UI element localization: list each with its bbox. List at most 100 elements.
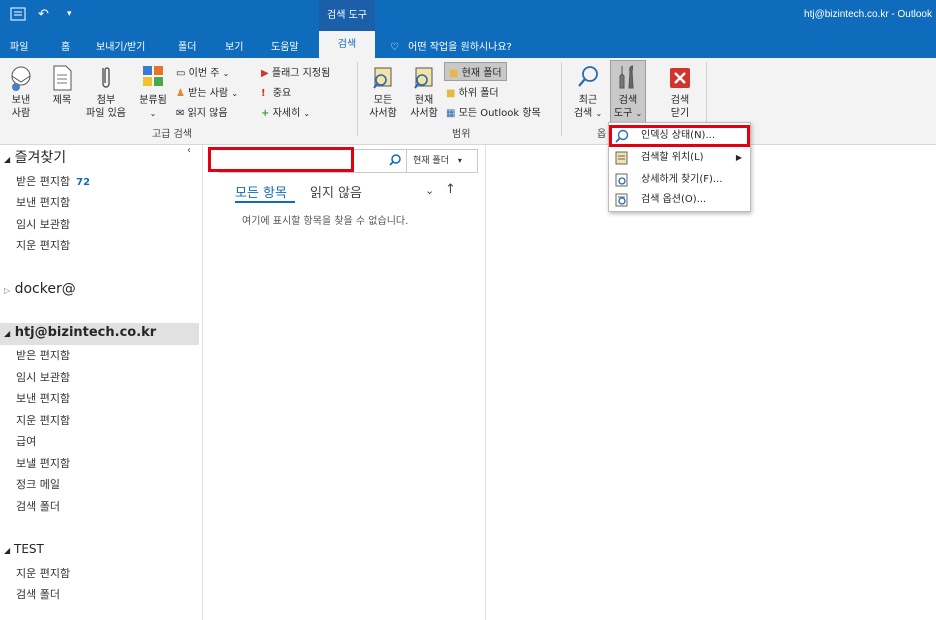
context-tab-label: 검색 도구 [319, 0, 375, 31]
from-label: 보낸 사람 [11, 95, 31, 119]
favorites-label: 즐겨찾기 [14, 150, 67, 166]
from-button[interactable]: 보낸 사람 [4, 64, 38, 120]
close-search-button[interactable]: 검색 닫기 [660, 64, 700, 120]
calendar-icon: ▭ [176, 68, 186, 79]
send-receive-icon[interactable] [10, 7, 26, 25]
search-scope-dropdown[interactable]: 현재 폴더 ▾ [406, 150, 478, 172]
folder-sent[interactable]: 보낸 편지함 [16, 390, 70, 406]
account-docker-label: docker@ [14, 281, 76, 297]
menu-advanced-find[interactable]: 상세하게 찾기(F)... [609, 169, 750, 191]
sort-options-icon[interactable]: ⌄ [425, 184, 434, 197]
flag-icon: ▶ [261, 68, 269, 79]
search-tools-caret: ⌄ [635, 109, 643, 118]
subfolders-icon: ■ [446, 88, 456, 99]
close-search-label: 검색 닫기 [670, 95, 690, 119]
tab-home[interactable]: 홈 [61, 38, 70, 53]
tell-me-box[interactable]: ♡ 어떤 작업을 원하시나요? [390, 38, 512, 53]
sent-to-label: 받는 사람 [188, 88, 229, 99]
menu-indexing-status[interactable]: 인덱싱 상태(N)... [609, 125, 750, 147]
empty-list-message: 여기에 표시할 항목을 찾을 수 없습니다. [242, 216, 409, 227]
categorized-caret: ⌄ [149, 109, 157, 118]
has-attachment-button[interactable]: 첨부 파일 있음 [82, 64, 130, 120]
search-icon[interactable] [389, 154, 401, 169]
folder-deleted[interactable]: 지운 편지함 [16, 412, 70, 428]
folder-payroll[interactable]: 급여 [16, 433, 36, 449]
filter-all-items[interactable]: 모든 항목 [235, 182, 287, 201]
subfolders-label: 하위 폴더 [458, 88, 499, 99]
collapsed-caret-icon: ▷ [4, 286, 11, 295]
tab-search[interactable]: 검색 [319, 31, 375, 59]
all-outlook-items-button[interactable]: ▦ 모든 Outlook 항목 [446, 104, 541, 119]
tab-help[interactable]: 도움말 [271, 38, 299, 53]
menu-locations-to-search[interactable]: 검색할 위치(L) ▶ [609, 147, 750, 169]
customize-qat-icon[interactable]: ▾ [67, 9, 72, 19]
sort-direction-icon[interactable]: ↑ [445, 182, 456, 197]
search-tools-menu: 인덱싱 상태(N)... 검색할 위치(L) ▶ 상세하게 찾기(F)... 검… [608, 122, 751, 212]
sent-to-button[interactable]: ♟ 받는 사람 ⌄ [176, 84, 238, 99]
current-mailbox-button[interactable]: 현재 사서함 [405, 64, 443, 120]
folder-junk[interactable]: 정크 메일 [16, 476, 60, 492]
search-input[interactable] [208, 147, 354, 172]
subject-button[interactable]: 제목 [47, 64, 77, 107]
recent-searches-label: 최근 검색 [573, 95, 598, 119]
envelope-open-icon: ✉ [176, 108, 185, 119]
fav-inbox[interactable]: 받은 편지함 72 [16, 173, 90, 189]
subfolders-button[interactable]: ■ 하위 폴더 [446, 84, 499, 99]
fav-deleted[interactable]: 지운 편지함 [16, 237, 70, 253]
folder-drafts[interactable]: 임시 보관함 [16, 369, 70, 385]
categorized-button[interactable]: 분류됨 ⌄ [135, 64, 171, 120]
submenu-arrow-icon: ▶ [735, 153, 742, 162]
menu-search-options-label: 검색 옵션(O)... [641, 194, 707, 205]
this-week-button[interactable]: ▭ 이번 주 ⌄ [176, 64, 229, 79]
collapse-pane-icon[interactable]: ‹ [187, 145, 191, 156]
filter-unread[interactable]: 읽지 않음 [310, 182, 362, 201]
search-tools-button[interactable]: 검색 도구 ⌄ [610, 60, 646, 126]
favorites-header[interactable]: ◢ 즐겨찾기 [4, 147, 66, 167]
recent-searches-caret: ⌄ [595, 109, 603, 118]
refine-group-label: 고급 검색 [152, 129, 192, 140]
folder-search-folders[interactable]: 검색 폴더 [16, 498, 60, 514]
current-mailbox-label: 현재 사서함 [410, 95, 438, 119]
more-button[interactable]: + 자세히 ⌄ [261, 104, 310, 119]
current-folder-button[interactable]: ■ 현재 폴더 [444, 62, 507, 81]
tab-folder[interactable]: 폴더 [178, 38, 196, 53]
has-attachment-label: 첨부 파일 있음 [86, 95, 126, 119]
tab-view[interactable]: 보기 [225, 38, 243, 53]
menu-search-options[interactable]: 검색 옵션(O)... [609, 189, 750, 211]
flagged-button[interactable]: ▶ 플래그 지정됨 [261, 64, 330, 79]
fav-drafts[interactable]: 임시 보관함 [16, 216, 70, 232]
test-folder-deleted[interactable]: 지운 편지함 [16, 565, 70, 581]
account-test-header[interactable]: ◢ TEST [4, 542, 44, 556]
all-mailboxes-button[interactable]: 모든 사서함 [364, 64, 402, 120]
unread-label: 읽지 않음 [187, 108, 228, 119]
search-tools-label: 검색 도구 [613, 95, 638, 119]
chevron-down-icon: ▾ [457, 156, 462, 165]
ribbon: 보낸 사람 제목 첨부 파일 있음 분류됨 ⌄ ▭ 이번 주 ⌄ ♟ 받는 사람… [0, 58, 936, 145]
recent-searches-button[interactable]: 최근 검색 ⌄ [569, 64, 607, 120]
fav-sent[interactable]: 보낸 편지함 [16, 194, 70, 210]
account-test-label: TEST [13, 542, 44, 556]
account-htj-header[interactable]: ◢ htj@bizintech.co.kr [4, 325, 156, 340]
all-mailboxes-label: 모든 사서함 [369, 95, 397, 119]
expanded-caret-icon: ◢ [4, 329, 11, 338]
folder-inbox[interactable]: 받은 편지함 [16, 347, 70, 363]
important-label: 중요 [272, 88, 292, 99]
all-outlook-items-label: 모든 Outlook 항목 [458, 108, 541, 119]
folder-outbox[interactable]: 보낼 편지함 [16, 455, 70, 471]
this-week-label: 이번 주 [188, 68, 220, 79]
plus-icon: + [261, 108, 270, 119]
undo-icon[interactable]: ↶ [38, 7, 49, 22]
exclamation-icon: ! [261, 88, 266, 99]
test-folder-search-folders[interactable]: 검색 폴더 [16, 586, 60, 602]
account-docker-header[interactable]: ▷ docker@ [4, 281, 76, 297]
reading-pane [487, 145, 936, 620]
tell-me-text: 어떤 작업을 원하시나요? [408, 42, 512, 53]
important-button[interactable]: ! 중요 [261, 84, 291, 99]
unread-button[interactable]: ✉ 읽지 않음 [176, 104, 228, 119]
fav-inbox-label: 받은 편지함 [16, 175, 71, 188]
tab-file[interactable]: 파일 [10, 38, 28, 53]
tab-send-receive[interactable]: 보내기/받기 [96, 38, 145, 53]
group-separator [561, 62, 562, 136]
unread-count: 72 [76, 177, 91, 188]
expanded-caret-icon: ◢ [4, 155, 11, 164]
